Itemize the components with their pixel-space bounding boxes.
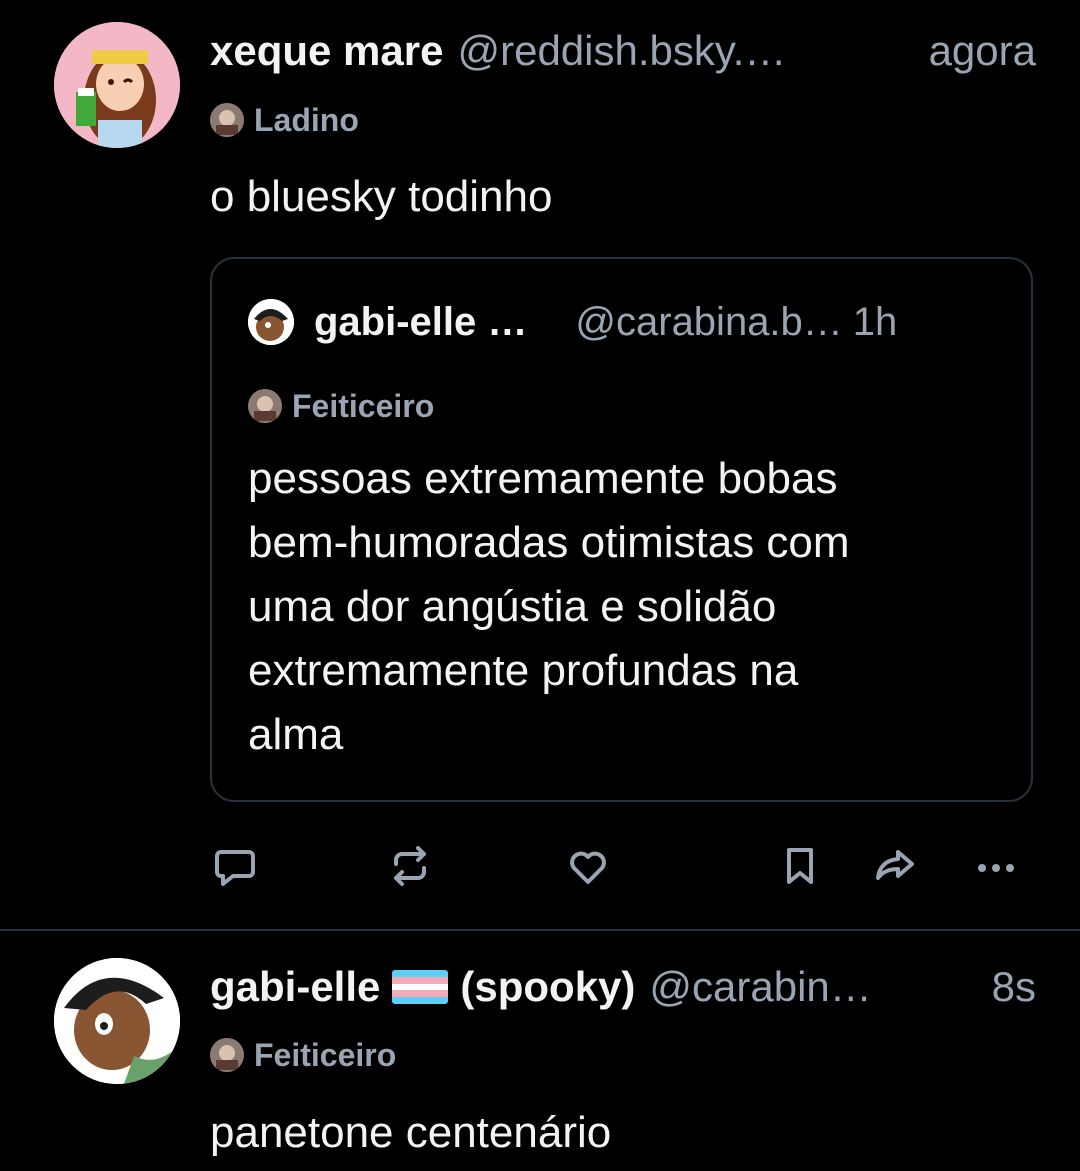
more-options-button[interactable]: [966, 836, 1026, 896]
avatar[interactable]: [54, 958, 180, 1084]
label-text: Ladino: [254, 101, 359, 138]
label-text: Feiticeiro: [292, 387, 435, 424]
author-handle[interactable]: @reddish.bsky.…: [457, 27, 908, 75]
reply-button[interactable]: [205, 836, 265, 896]
post-item[interactable]: xeque mare @reddish.bsky.… agora Ladino …: [0, 0, 1080, 930]
bookmark-icon: [787, 848, 813, 884]
quoted-text-line: extremamente profundas na: [248, 646, 799, 695]
labeler-icon: [210, 103, 244, 137]
post-text: panetone centenário: [210, 1108, 612, 1157]
label-text: Feiticeiro: [254, 1036, 397, 1073]
bookmark-button[interactable]: [770, 836, 830, 896]
share-button[interactable]: [866, 836, 926, 896]
post-actions: [0, 836, 1080, 896]
like-button[interactable]: [558, 836, 618, 896]
quoted-post-header: gabi-elle … @carabina.b… 1h: [248, 297, 1003, 347]
author-label[interactable]: Ladino: [210, 100, 359, 140]
quoted-author-name: gabi-elle …: [314, 299, 528, 344]
labeler-icon: [210, 1038, 244, 1072]
labeler-icon: [248, 389, 282, 423]
post-header: gabi-elle (spooky) @carabin… 8s: [210, 958, 1036, 1016]
author-name-suffix[interactable]: (spooky): [460, 963, 635, 1011]
avatar-illustration: [54, 22, 180, 148]
quoted-author-label: Feiticeiro: [248, 386, 434, 426]
author-handle[interactable]: @carabin…: [649, 963, 971, 1011]
quoted-text-line: pessoas extremamente bobas: [248, 454, 838, 503]
quoted-text-line: uma dor angústia e solidão: [248, 582, 777, 631]
trans-flag-icon: [392, 970, 449, 1004]
quoted-text-line: bem-humoradas otimistas com: [248, 518, 850, 567]
author-name[interactable]: gabi-elle: [210, 963, 380, 1011]
repost-button[interactable]: [380, 836, 440, 896]
reply-icon: [215, 850, 255, 886]
like-icon: [570, 851, 606, 884]
avatar[interactable]: [54, 22, 180, 148]
quoted-post-text: pessoas extremamente bobas bem-humoradas…: [248, 447, 1008, 767]
more-icon: [978, 864, 1014, 872]
post-timestamp[interactable]: agora: [929, 27, 1036, 75]
author-label[interactable]: Feiticeiro: [210, 1035, 396, 1075]
share-icon: [876, 850, 914, 880]
quoted-post-timestamp: 1h: [852, 299, 898, 344]
quoted-avatar: [248, 299, 294, 345]
quoted-text-line: alma: [248, 710, 344, 759]
post-timestamp[interactable]: 8s: [992, 963, 1036, 1011]
repost-icon: [394, 846, 426, 886]
author-name[interactable]: xeque mare: [210, 27, 443, 75]
quoted-author-handle: @carabina.b…: [575, 299, 843, 344]
avatar-illustration: [54, 958, 180, 1084]
quoted-post[interactable]: gabi-elle … @carabina.b… 1h Feiticeiro p…: [210, 257, 1033, 802]
post-header: xeque mare @reddish.bsky.… agora: [210, 22, 1036, 80]
post-text: o bluesky todinho: [210, 172, 553, 221]
